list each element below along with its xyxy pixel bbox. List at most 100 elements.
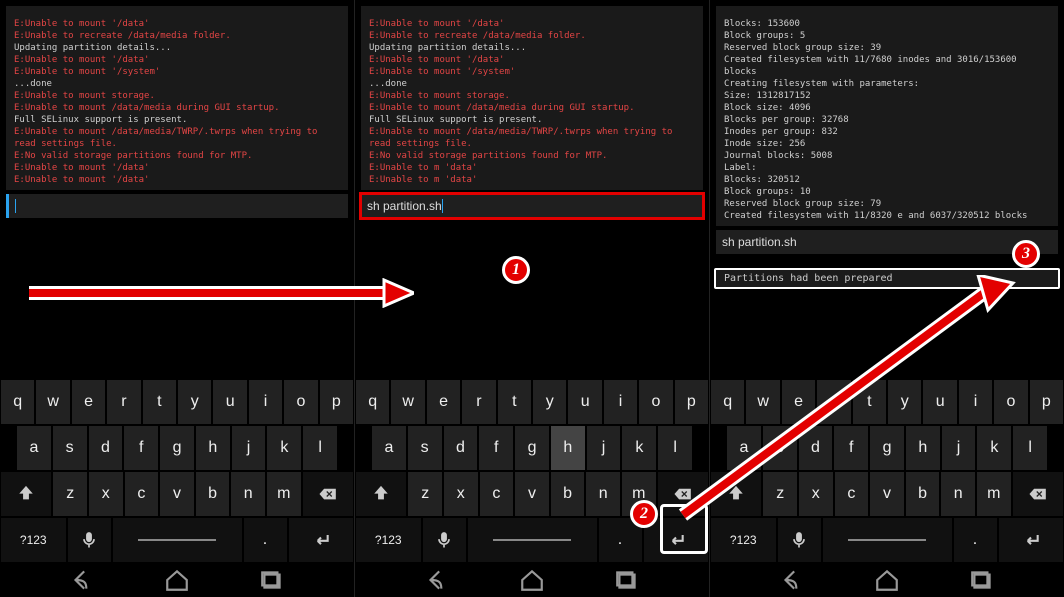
key-n[interactable]: n bbox=[586, 472, 620, 516]
terminal-line: E:Unable to mount /data/media/TWRP/.twrp… bbox=[14, 126, 340, 150]
key-g[interactable]: g bbox=[160, 426, 194, 470]
key-y[interactable]: y bbox=[178, 380, 211, 424]
key-x[interactable]: x bbox=[89, 472, 123, 516]
key-s[interactable]: s bbox=[53, 426, 87, 470]
key-i[interactable]: i bbox=[604, 380, 637, 424]
terminal-line: E:Unable to mount '/system' bbox=[14, 66, 340, 78]
arrow-2 bbox=[668, 275, 1028, 525]
mic-key[interactable] bbox=[423, 518, 466, 562]
key-n[interactable]: n bbox=[231, 472, 265, 516]
key-r[interactable]: r bbox=[462, 380, 495, 424]
enter-key[interactable] bbox=[289, 518, 354, 562]
key-a[interactable]: a bbox=[372, 426, 406, 470]
key-q[interactable]: q bbox=[356, 380, 389, 424]
terminal-line: E:Unable to recreate /data/media folder. bbox=[14, 30, 340, 42]
key-u[interactable]: u bbox=[568, 380, 601, 424]
terminal-line: E:Unable to m 'data' bbox=[369, 174, 695, 186]
key-o[interactable]: o bbox=[284, 380, 317, 424]
callout-2: 2 bbox=[630, 500, 658, 528]
terminal-line: E:Unable to mount '/system' bbox=[369, 66, 695, 78]
terminal-line: E:Unable to mount storage. bbox=[14, 90, 340, 102]
key-w[interactable]: w bbox=[36, 380, 69, 424]
terminal-line: E:Unable to mount '/data' bbox=[14, 18, 340, 30]
terminal-line: Reserved block group size: 39 bbox=[724, 42, 1050, 54]
key-p[interactable]: p bbox=[1030, 380, 1063, 424]
key-g[interactable]: g bbox=[515, 426, 549, 470]
command-input-1[interactable] bbox=[6, 194, 348, 218]
home-icon[interactable] bbox=[874, 567, 900, 593]
key-t[interactable]: t bbox=[498, 380, 531, 424]
recents-icon[interactable] bbox=[259, 567, 285, 593]
space-key[interactable] bbox=[468, 518, 597, 562]
key-c[interactable]: c bbox=[480, 472, 514, 516]
shift-key[interactable] bbox=[1, 472, 51, 516]
keyboard-2: qwertyuiopasdfghjklzxcvbnm?123. bbox=[355, 379, 709, 563]
terminal-line: Block groups: 10 bbox=[724, 186, 1050, 198]
key-b[interactable]: b bbox=[196, 472, 230, 516]
key-d[interactable]: d bbox=[444, 426, 478, 470]
command-input-3[interactable]: sh partition.sh bbox=[716, 230, 1058, 254]
key-q[interactable]: q bbox=[1, 380, 34, 424]
key-x[interactable]: x bbox=[444, 472, 478, 516]
space-key[interactable] bbox=[113, 518, 242, 562]
key-r[interactable]: r bbox=[107, 380, 140, 424]
key-v[interactable]: v bbox=[160, 472, 194, 516]
home-icon[interactable] bbox=[164, 567, 190, 593]
navbar-2 bbox=[355, 563, 709, 597]
terminal-line: Blocks: 320512 bbox=[724, 174, 1050, 186]
terminal-line: Created filesystem with 11/7680 inodes a… bbox=[724, 54, 1050, 78]
key-c[interactable]: c bbox=[125, 472, 159, 516]
key-d[interactable]: d bbox=[89, 426, 123, 470]
key-h[interactable]: h bbox=[196, 426, 230, 470]
terminal-line: Block size: 4096 bbox=[724, 102, 1050, 114]
terminal-line: ...done bbox=[14, 78, 340, 90]
key-p[interactable]: p bbox=[320, 380, 353, 424]
key-k[interactable]: k bbox=[622, 426, 656, 470]
terminal-output-3: Blocks: 153600 Block groups: 5 Reserved … bbox=[716, 6, 1058, 226]
key-j[interactable]: j bbox=[587, 426, 621, 470]
back-icon[interactable] bbox=[779, 567, 805, 593]
terminal-line: Journal blocks: 5008 bbox=[724, 150, 1050, 162]
terminal-line: E:No valid storage partitions found for … bbox=[369, 150, 695, 162]
key-w[interactable]: w bbox=[391, 380, 424, 424]
period-key[interactable]: . bbox=[244, 518, 287, 562]
terminal-line: Block groups: 5 bbox=[724, 30, 1050, 42]
symbols-key[interactable]: ?123 bbox=[356, 518, 421, 562]
symbols-key[interactable]: ?123 bbox=[1, 518, 66, 562]
key-t[interactable]: t bbox=[143, 380, 176, 424]
key-h[interactable]: h bbox=[551, 426, 585, 470]
terminal-line: E:Unable to mount '/data' bbox=[369, 54, 695, 66]
shift-key[interactable] bbox=[356, 472, 406, 516]
backspace-key[interactable] bbox=[303, 472, 353, 516]
terminal-line: Blocks: 153600 bbox=[724, 18, 1050, 30]
key-s[interactable]: s bbox=[408, 426, 442, 470]
terminal-line: Updating partition details... bbox=[14, 42, 340, 54]
recents-icon[interactable] bbox=[614, 567, 640, 593]
back-icon[interactable] bbox=[424, 567, 450, 593]
recents-icon[interactable] bbox=[969, 567, 995, 593]
key-e[interactable]: e bbox=[72, 380, 105, 424]
back-icon[interactable] bbox=[69, 567, 95, 593]
key-l[interactable]: l bbox=[303, 426, 337, 470]
key-k[interactable]: k bbox=[267, 426, 301, 470]
key-z[interactable]: z bbox=[53, 472, 87, 516]
home-icon[interactable] bbox=[519, 567, 545, 593]
key-f[interactable]: f bbox=[124, 426, 158, 470]
terminal-line: Full SELinux support is present. bbox=[369, 114, 695, 126]
key-a[interactable]: a bbox=[17, 426, 51, 470]
terminal-line: Inode size: 256 bbox=[724, 138, 1050, 150]
mic-key[interactable] bbox=[68, 518, 111, 562]
terminal-line: Label: bbox=[724, 162, 1050, 174]
key-b[interactable]: b bbox=[551, 472, 585, 516]
key-z[interactable]: z bbox=[408, 472, 442, 516]
key-u[interactable]: u bbox=[213, 380, 246, 424]
key-i[interactable]: i bbox=[249, 380, 282, 424]
key-j[interactable]: j bbox=[232, 426, 266, 470]
command-input-2[interactable]: sh partition.sh bbox=[361, 194, 703, 218]
key-v[interactable]: v bbox=[515, 472, 549, 516]
key-y[interactable]: y bbox=[533, 380, 566, 424]
terminal-line: E:Unable to mount '/data' bbox=[14, 162, 340, 174]
key-e[interactable]: e bbox=[427, 380, 460, 424]
key-f[interactable]: f bbox=[479, 426, 513, 470]
key-m[interactable]: m bbox=[267, 472, 301, 516]
